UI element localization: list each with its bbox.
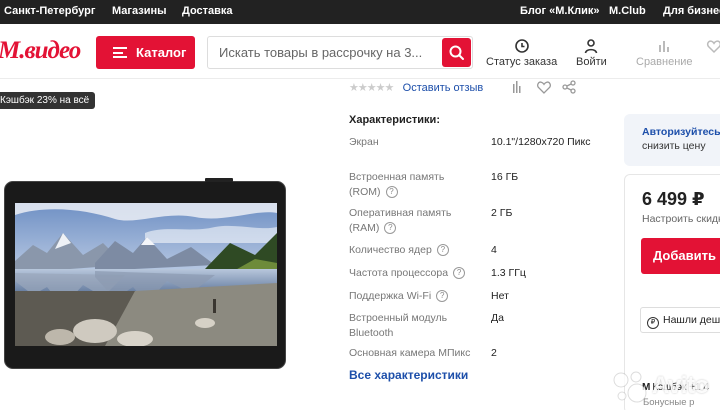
- rating-row: ★★★★★ Оставить отзыв: [349, 80, 483, 94]
- menu-icon: [113, 47, 127, 58]
- spec-label: Поддержка Wi-Fi?: [349, 289, 474, 304]
- compare-button[interactable]: Сравнение: [636, 38, 693, 68]
- rating-stars: ★★★★★: [349, 82, 394, 94]
- discount-link[interactable]: Настроить скидку: [642, 213, 720, 225]
- found-cheaper-button[interactable]: ₽ Нашли дешевле?: [640, 307, 720, 333]
- help-icon[interactable]: ?: [385, 186, 398, 199]
- user-icon: [585, 39, 598, 54]
- help-icon[interactable]: ?: [436, 244, 449, 257]
- share-icon[interactable]: [562, 80, 576, 94]
- search-icon: [449, 45, 464, 60]
- spec-label: Оперативная память (RAM)?: [349, 207, 452, 235]
- blog-link[interactable]: Блог «М.Клик»: [520, 5, 600, 17]
- price: 6 499 ₽: [642, 189, 705, 209]
- spec-value: 4: [491, 244, 497, 256]
- spec-label: Экран: [349, 136, 379, 148]
- avito-logo-icon: [613, 371, 647, 403]
- specs-title: Характеристики:: [349, 114, 440, 126]
- spec-value: 1.3 ГГц: [491, 267, 526, 279]
- help-icon[interactable]: ?: [436, 290, 449, 303]
- all-specs-link[interactable]: Все характеристики: [349, 368, 468, 382]
- help-icon[interactable]: ?: [453, 267, 466, 280]
- spec-value: 2 ГБ: [491, 207, 513, 219]
- spec-value: 16 ГБ: [491, 171, 519, 183]
- order-status-button[interactable]: Статус заказа: [486, 38, 557, 68]
- search-button[interactable]: [442, 38, 471, 67]
- spec-value: 10.1"/1280x720 Пикс: [491, 136, 591, 148]
- leave-review-link[interactable]: Оставить отзыв: [403, 82, 484, 94]
- club-link[interactable]: M.Club: [609, 5, 646, 17]
- compare-icon: [659, 41, 670, 52]
- stores-link[interactable]: Магазины: [112, 5, 167, 17]
- product-image[interactable]: [4, 178, 286, 369]
- add-to-cart-button[interactable]: Добавить: [641, 238, 720, 274]
- spec-value: 2: [491, 347, 497, 359]
- spec-value: Да: [491, 312, 504, 324]
- site-header: М.видео Каталог Статус заказа Войти: [0, 24, 720, 79]
- ruble-icon: ₽: [647, 317, 659, 329]
- product-actions: [513, 80, 576, 94]
- spec-label: Встроенная память (ROM)?: [349, 171, 445, 199]
- compare-label: Сравнение: [636, 56, 693, 68]
- login-promo-text: снизить цену: [642, 140, 706, 152]
- spec-value: Нет: [491, 290, 509, 302]
- clock-icon: [514, 39, 529, 53]
- catalog-label: Каталог: [136, 45, 187, 60]
- avito-watermark: Avito: [610, 366, 720, 406]
- found-cheaper-label: Нашли дешевле?: [663, 314, 720, 326]
- order-status-label: Статус заказа: [486, 56, 558, 68]
- search-input[interactable]: [208, 37, 444, 68]
- landscape-wallpaper: [15, 203, 277, 346]
- cashback-badge: Кэшбэк 23% на всё: [0, 92, 96, 109]
- search-box: [207, 36, 473, 69]
- heart-icon[interactable]: [537, 81, 551, 94]
- login-label: Войти: [576, 56, 607, 68]
- avito-wordmark: Avito: [652, 372, 709, 399]
- compare-icon[interactable]: [513, 81, 521, 93]
- spec-label: Количество ядер?: [349, 243, 474, 258]
- spec-label: Встроенный модуль Bluetooth: [349, 312, 448, 339]
- catalog-button[interactable]: Каталог: [96, 36, 195, 69]
- logo[interactable]: М.видео: [0, 37, 81, 65]
- spec-label: Частота процессора?: [349, 266, 474, 281]
- heart-icon: [706, 40, 720, 54]
- business-link[interactable]: Для бизнеса: [663, 5, 720, 17]
- favorites-button[interactable]: [706, 38, 720, 56]
- login-promo: Авторизуйтесь, снизить цену: [624, 114, 720, 166]
- tablet-buttons: [205, 178, 233, 182]
- tablet-screen: [15, 203, 277, 346]
- city-selector[interactable]: Санкт-Петербург: [4, 5, 95, 17]
- delivery-link[interactable]: Доставка: [182, 5, 233, 17]
- help-icon[interactable]: ?: [384, 222, 397, 235]
- login-promo-link[interactable]: Авторизуйтесь,: [642, 125, 720, 139]
- top-bar: Санкт-Петербург Магазины Доставка Блог «…: [0, 0, 720, 24]
- spec-label: Основная камера МПикс: [349, 347, 471, 359]
- login-button[interactable]: Войти: [576, 38, 607, 68]
